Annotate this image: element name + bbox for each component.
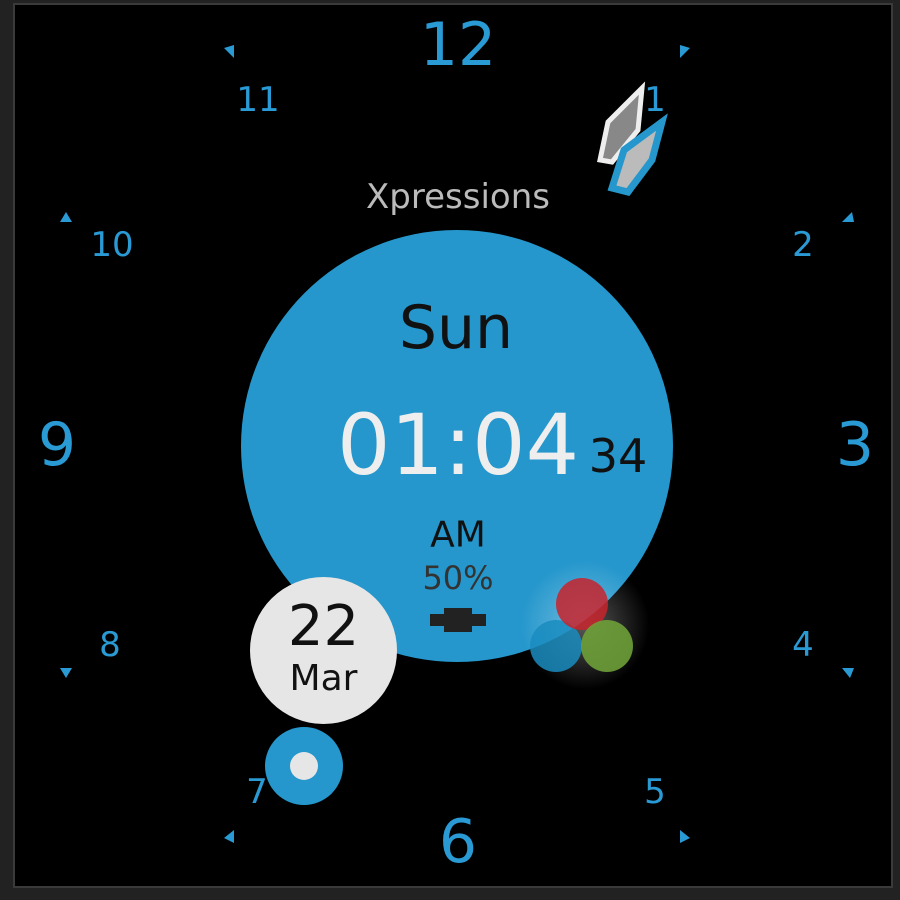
tick-marker <box>842 668 854 678</box>
leaf-hands-icon <box>597 81 668 196</box>
tick-marker <box>842 212 854 222</box>
tick-marker <box>680 45 690 58</box>
app-title: Xpressions <box>366 177 550 217</box>
tick-marker <box>224 45 234 58</box>
battery-icon <box>430 608 486 632</box>
date-badge[interactable]: 22 Mar <box>250 577 397 724</box>
green-dot <box>581 620 633 672</box>
seconds: 34 <box>588 429 648 483</box>
date-day: 22 <box>287 594 360 659</box>
tick-marker <box>680 830 690 843</box>
day-of-week: Sun <box>398 293 514 363</box>
date-month: Mar <box>289 658 358 699</box>
am-pm: AM <box>430 514 486 556</box>
tick-marker <box>60 668 72 678</box>
battery-level: 50% <box>422 559 494 597</box>
time: 01:04 <box>336 396 580 494</box>
tick-marker <box>224 830 234 843</box>
ring-icon[interactable] <box>265 727 343 805</box>
tick-marker <box>60 212 72 222</box>
